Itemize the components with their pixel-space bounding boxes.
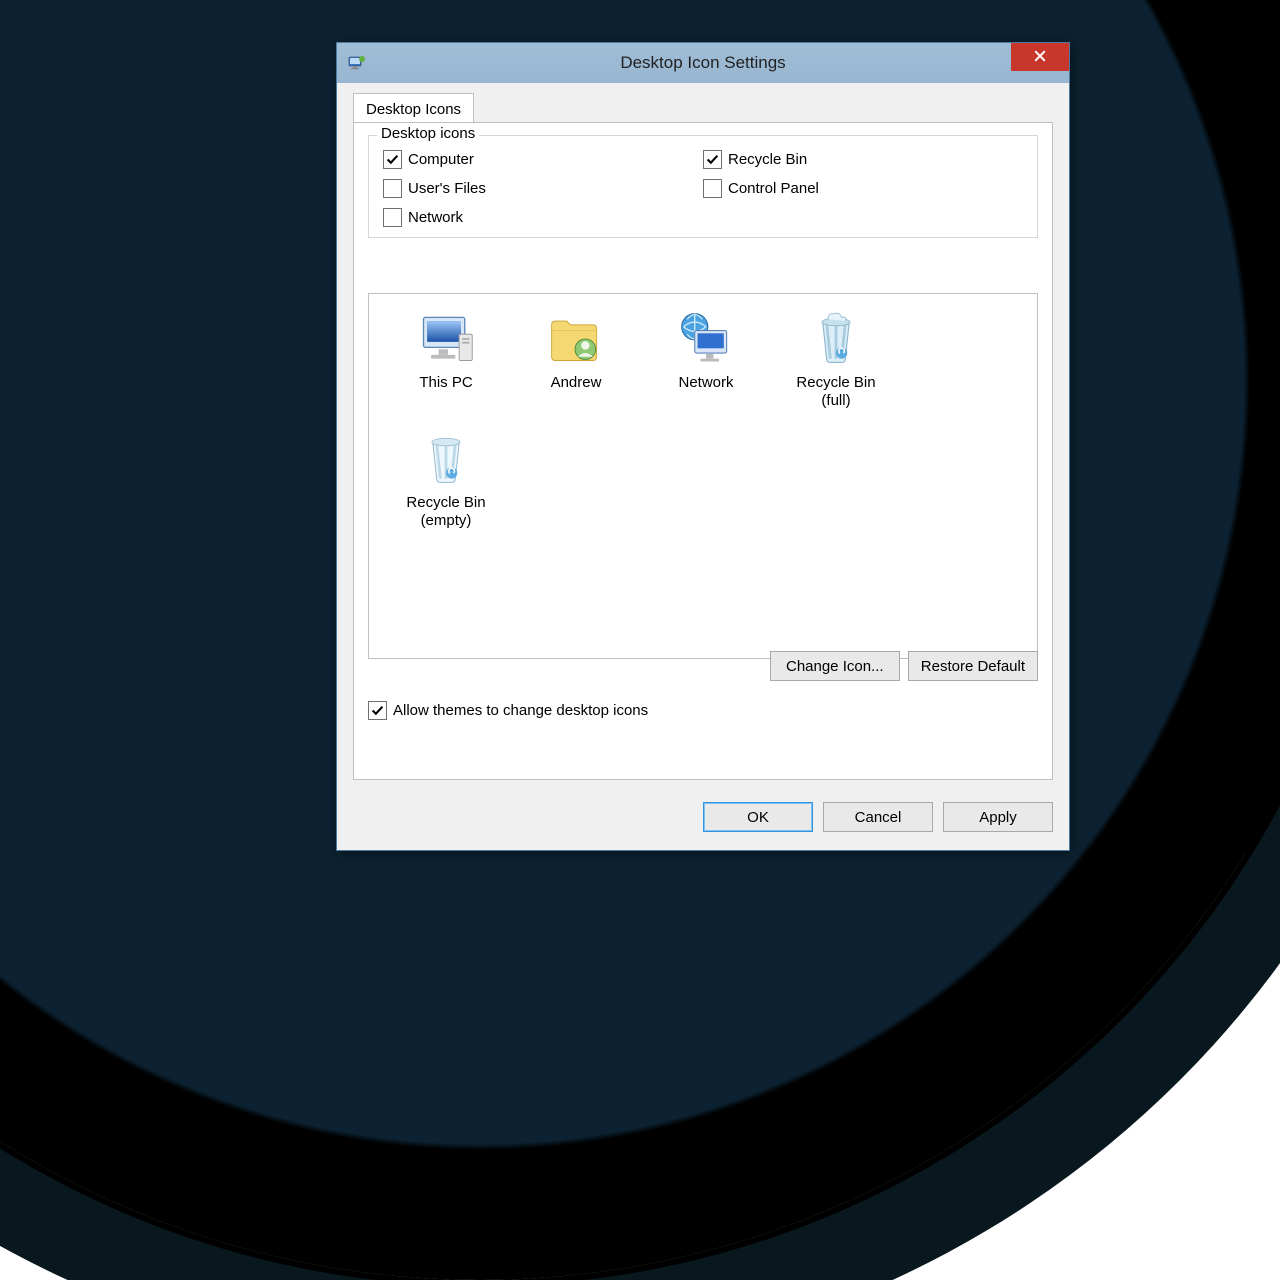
checkbox-box xyxy=(703,179,722,198)
network-icon xyxy=(674,306,738,370)
checkbox-label: Computer xyxy=(408,151,474,168)
user-folder-icon xyxy=(544,306,608,370)
icon-item-label: Network xyxy=(678,374,733,392)
allow-themes-label: Allow themes to change desktop icons xyxy=(393,702,648,719)
dialog-window: Desktop Icon Settings Desktop Icons Desk… xyxy=(336,42,1070,851)
icon-item-thispc[interactable]: This PC xyxy=(381,306,511,410)
icon-item-andrew[interactable]: Andrew xyxy=(511,306,641,410)
checkbox-box xyxy=(703,150,722,169)
icon-item-label: Recycle Bin(empty) xyxy=(406,494,485,530)
tab-panel: Desktop icons Computer Recycle Bin User's … xyxy=(353,122,1053,780)
window-title: Desktop Icon Settings xyxy=(337,53,1069,73)
checkbox-box xyxy=(383,208,402,227)
icon-item-network[interactable]: Network xyxy=(641,306,771,410)
icon-item-recycleempty[interactable]: Recycle Bin(empty) xyxy=(381,426,511,530)
checkbox-controlpanel[interactable]: Control Panel xyxy=(703,179,1023,198)
allow-themes-checkbox[interactable]: Allow themes to change desktop icons xyxy=(368,701,648,720)
close-button[interactable] xyxy=(1011,43,1069,71)
checkbox-network[interactable]: Network xyxy=(383,208,703,227)
this-pc-icon xyxy=(414,306,478,370)
icon-item-label: This PC xyxy=(419,374,472,392)
titlebar[interactable]: Desktop Icon Settings xyxy=(337,43,1069,83)
tab-desktop-icons[interactable]: Desktop Icons xyxy=(353,93,474,124)
client-area: Desktop Icons Desktop icons Computer Recy… xyxy=(337,83,1069,850)
restore-default-button[interactable]: Restore Default xyxy=(908,651,1038,681)
checkbox-box xyxy=(368,701,387,720)
ok-button[interactable]: OK xyxy=(703,802,813,832)
checkbox-box xyxy=(383,179,402,198)
checkbox-recyclebin[interactable]: Recycle Bin xyxy=(703,150,1023,169)
groupbox-legend: Desktop icons xyxy=(377,125,479,142)
cancel-button[interactable]: Cancel xyxy=(823,802,933,832)
checkbox-computer[interactable]: Computer xyxy=(383,150,703,169)
icon-preview-list[interactable]: This PC Andrew Network Recycle Bin(full) Rec… xyxy=(368,293,1038,659)
checkbox-label: User's Files xyxy=(408,180,486,197)
checkbox-box xyxy=(383,150,402,169)
icon-item-label: Andrew xyxy=(551,374,602,392)
checkbox-userfiles[interactable]: User's Files xyxy=(383,179,703,198)
icon-item-recyclefull[interactable]: Recycle Bin(full) xyxy=(771,306,901,410)
checkbox-label: Network xyxy=(408,209,463,226)
checkbox-label: Control Panel xyxy=(728,180,819,197)
checkbox-label: Recycle Bin xyxy=(728,151,807,168)
recycle-bin-full-icon xyxy=(804,306,868,370)
recycle-bin-empty-icon xyxy=(414,426,478,490)
close-icon xyxy=(1034,49,1046,66)
groupbox-desktop-icons: Desktop icons ComputerRecycle BinUser's … xyxy=(368,135,1038,238)
tab-label: Desktop Icons xyxy=(366,101,461,118)
change-icon-button[interactable]: Change Icon... xyxy=(770,651,900,681)
apply-button[interactable]: Apply xyxy=(943,802,1053,832)
icon-item-label: Recycle Bin(full) xyxy=(796,374,875,410)
